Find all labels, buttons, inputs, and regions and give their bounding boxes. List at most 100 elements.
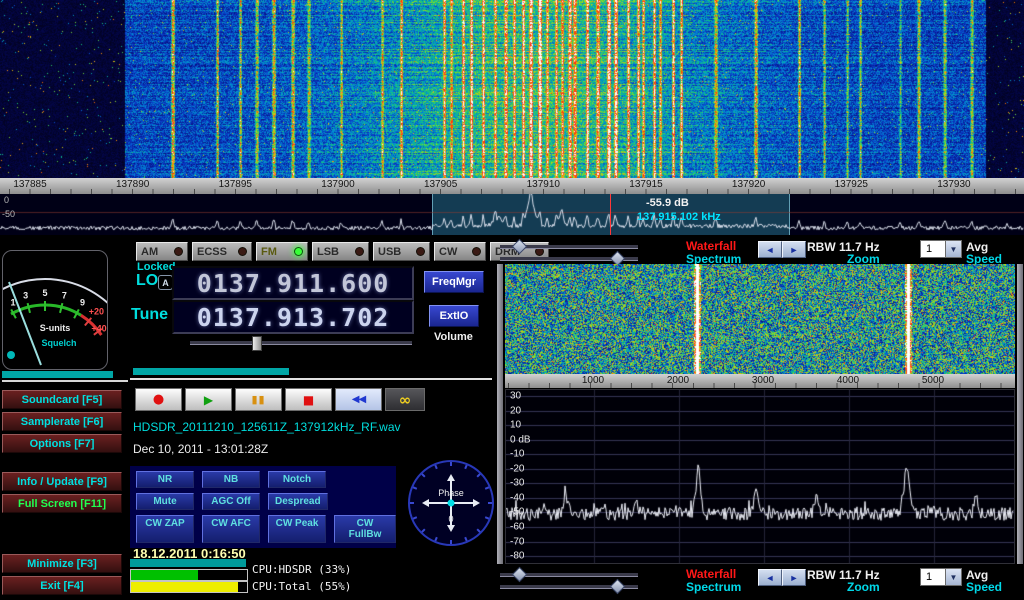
dsp-button-nb[interactable]: NB — [202, 471, 260, 488]
mode-led — [294, 247, 303, 256]
audio-db-label: -50 — [510, 507, 524, 518]
dropdown-arrow-icon[interactable]: ▼ — [945, 241, 961, 257]
rewind-icon: ◀◀ — [352, 394, 365, 405]
audio-db-label: -60 — [510, 521, 524, 532]
cpu-hdsdr-text: CPU:HDSDR (33%) — [252, 563, 351, 576]
loop-button[interactable]: ∞ — [385, 388, 425, 411]
dsp-button-nr[interactable]: NR — [136, 471, 194, 488]
audio-frequency-ruler[interactable]: 10002000300040005000 — [505, 374, 1015, 388]
squelch-level-bar[interactable] — [2, 371, 113, 378]
mode-button-am[interactable]: AM — [136, 242, 188, 261]
left-scrollbar[interactable] — [497, 264, 503, 564]
menu-button-samplerate[interactable]: Samplerate [F6] — [2, 412, 122, 431]
tune-label: Tune — [131, 306, 168, 324]
slider-thumb[interactable] — [512, 567, 528, 583]
stop-button[interactable]: ■ — [285, 388, 332, 411]
rewind-button[interactable]: ◀◀ — [335, 388, 382, 411]
pause-button[interactable]: ▮▮ — [235, 388, 282, 411]
dsp-row: NR NB Notch — [136, 471, 396, 488]
volume-slider-thumb[interactable] — [252, 336, 262, 351]
arrow-right-button[interactable]: ► — [782, 241, 806, 258]
audio-frequency-label: 3000 — [752, 375, 774, 386]
ruler-frequency-label: 137915 — [629, 179, 662, 190]
extio-button[interactable]: ExtIO — [429, 305, 479, 327]
record-button[interactable]: ● — [135, 388, 182, 411]
dsp-button-mute[interactable]: Mute — [136, 493, 194, 510]
wav-file-date: Dec 10, 2011 - 13:01:28Z — [133, 442, 268, 456]
dsp-button-cw-afc[interactable]: CW AFC — [202, 515, 260, 543]
scroll-arrows: ◄► — [758, 569, 806, 586]
avg-dropdown-value: 1 — [921, 569, 945, 585]
phase-dial[interactable]: Phase 0 — [406, 458, 496, 548]
volume-label: Volume — [434, 331, 473, 343]
menu-button-options[interactable]: Options [F7] — [2, 434, 122, 453]
menu-button-info[interactable]: Info / Update [F9] — [2, 472, 122, 491]
rf-spectrum-display[interactable]: 0 -50 -55.9 dB 137.915.102 kHz — [0, 194, 1024, 235]
mode-label: FM — [261, 246, 277, 258]
zoom-slider[interactable] — [500, 573, 638, 577]
tune-frequency-display[interactable]: 0137.913.702 — [172, 300, 414, 334]
audio-waterfall-display[interactable] — [505, 264, 1015, 374]
mode-label: USB — [378, 246, 401, 258]
dropdown-arrow-icon[interactable]: ▼ — [945, 569, 961, 585]
tune-frequency-readout: 137.915.102 kHz — [637, 211, 721, 223]
mode-button-ecss[interactable]: ECSS — [192, 242, 252, 261]
menu-button-soundcard[interactable]: Soundcard [F5] — [2, 390, 122, 409]
avg-dropdown[interactable]: 1▼ — [920, 568, 962, 586]
mode-button-cw[interactable]: CW — [434, 242, 486, 261]
volume-slider[interactable] — [190, 341, 412, 345]
freqmgr-button[interactable]: FreqMgr — [424, 271, 484, 293]
menu-button-full[interactable]: Full Screen [F11] — [2, 494, 122, 513]
rf-frequency-ruler[interactable]: 1378851378901378951379001379051379101379… — [0, 178, 1024, 194]
lo-frequency-display[interactable]: 0137.911.600 — [172, 266, 414, 300]
squelch-knob[interactable] — [7, 351, 15, 359]
dsp-button-cw-peak[interactable]: CW Peak — [268, 515, 326, 543]
play-button[interactable]: ▶ — [185, 388, 232, 411]
right-scrollbar[interactable] — [1017, 264, 1023, 564]
playback-progress-track[interactable] — [130, 378, 492, 380]
phase-center-dot — [448, 500, 455, 507]
spectrum-tab[interactable]: Spectrum — [686, 580, 741, 594]
dsp-button-despread[interactable]: Despread — [268, 493, 328, 510]
dsp-button-notch[interactable]: Notch — [268, 471, 326, 488]
rf-waterfall-display[interactable] — [0, 0, 1024, 178]
audio-frequency-label: 4000 — [837, 375, 859, 386]
playback-progress-fill[interactable] — [133, 368, 289, 375]
shift-slider[interactable] — [500, 257, 638, 261]
waterfall-tab[interactable]: Waterfall — [686, 239, 736, 253]
zoom-slider[interactable] — [500, 245, 638, 249]
audio-db-label: -30 — [510, 478, 524, 489]
mode-button-lsb[interactable]: LSB — [312, 242, 369, 261]
shift-slider[interactable] — [500, 585, 638, 589]
cpu-total-bar — [130, 581, 248, 593]
arrow-left-button[interactable]: ◄ — [758, 241, 782, 258]
phase-tick — [435, 465, 437, 469]
ruler-frequency-label: 137885 — [13, 179, 46, 190]
menu-button-exit[interactable]: Exit [F4] — [2, 576, 122, 595]
waterfall-tab[interactable]: Waterfall — [686, 567, 736, 581]
menu-button-minimize[interactable]: Minimize [F3] — [2, 554, 122, 573]
arrow-left-button[interactable]: ◄ — [758, 569, 782, 586]
arrow-right-button[interactable]: ► — [782, 569, 806, 586]
mode-button-fm[interactable]: FM — [256, 242, 308, 261]
smeter-squelch-label: Squelch — [41, 338, 76, 348]
dsp-button-cw-fullbw[interactable]: CW FullBw — [334, 515, 396, 543]
avg-dropdown[interactable]: 1▼ — [920, 240, 962, 258]
slider-thumb[interactable] — [610, 579, 626, 595]
mode-label: ECSS — [197, 246, 227, 258]
mode-button-usb[interactable]: USB — [373, 242, 430, 261]
mode-led — [174, 247, 183, 256]
dsp-button-agc-off[interactable]: AGC Off — [202, 493, 260, 510]
rf-spectrum-trace — [0, 194, 1024, 235]
lo-a-badge[interactable]: A — [158, 275, 173, 290]
audio-db-label: -80 — [510, 551, 524, 562]
slider-thumb[interactable] — [512, 239, 528, 255]
wav-file-name: HDSDR_20111210_125611Z_137912kHz_RF.wav — [133, 420, 401, 434]
dsp-button-cw-zap[interactable]: CW ZAP — [136, 515, 194, 543]
speed-label: Speed — [966, 580, 1002, 594]
audio-db-label: -20 — [510, 463, 524, 474]
audio-spectrum-display[interactable]: 3020100 dB-10-20-30-40-50-60-70-80 — [505, 389, 1015, 564]
record-icon: ● — [153, 392, 164, 407]
audio-frequency-label: 5000 — [922, 375, 944, 386]
audio-frequency-label: 1000 — [582, 375, 604, 386]
